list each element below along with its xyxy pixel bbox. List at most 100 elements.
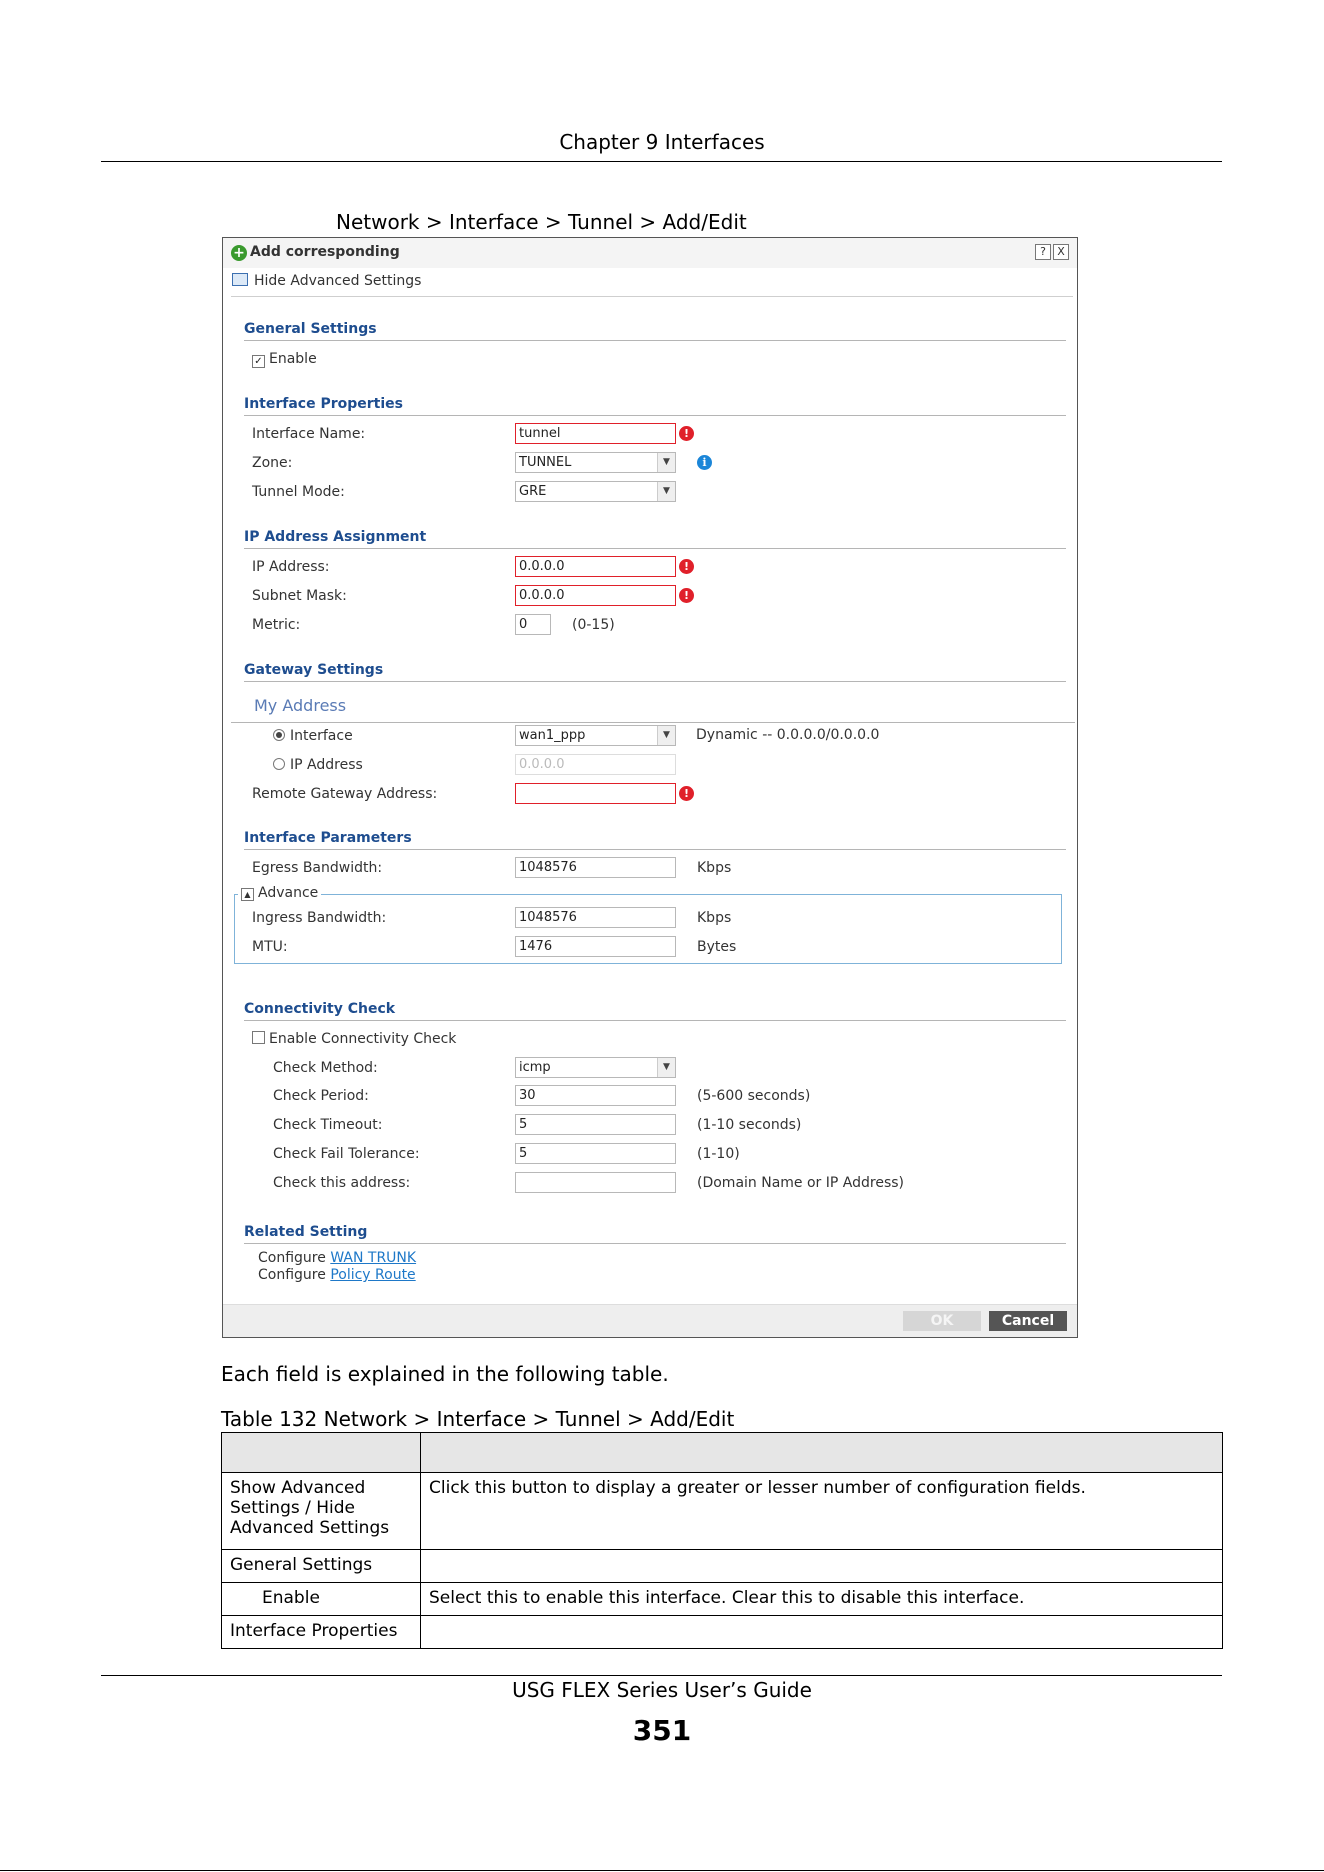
remote-gateway-label: Remote Gateway Address: (252, 786, 438, 802)
check-method-select[interactable]: icmp ▼ (515, 1057, 676, 1078)
dialog-button-bar: OK Cancel (223, 1304, 1077, 1337)
zone-select[interactable]: TUNNEL ▼ (515, 452, 676, 473)
hide-advanced-settings-button[interactable]: Hide Advanced Settings (232, 273, 421, 289)
error-icon: ! (679, 426, 694, 441)
dynamic-address-text: Dynamic -- 0.0.0.0/0.0.0.0 (696, 727, 880, 743)
remote-gateway-input[interactable] (515, 783, 676, 804)
interface-name-label: Interface Name: (252, 426, 366, 442)
metric-label: Metric: (252, 617, 301, 633)
configure-label: Configure (258, 1267, 326, 1283)
add-tunnel-dialog: + Add corresponding ? X Hide Advanced Se… (222, 237, 1078, 1338)
subnet-mask-input[interactable]: 0.0.0.0 (515, 585, 676, 606)
field-description-table: Show Advanced Settings / Hide Advanced S… (221, 1432, 1223, 1649)
ip-address-label: IP Address: (252, 559, 330, 575)
metric-input[interactable]: 0 (515, 614, 551, 635)
configure-wan-trunk-row: Configure WAN TRUNK (258, 1250, 416, 1266)
table-desc-cell: Select this to enable this interface. Cl… (420, 1582, 1223, 1616)
zone-value: TUNNEL (519, 455, 572, 470)
table-header-cell (221, 1432, 421, 1473)
dialog-separator (231, 296, 1073, 297)
ok-button[interactable]: OK (903, 1311, 981, 1331)
dialog-title-bar: + Add corresponding ? X (223, 238, 1077, 268)
section-divider (244, 548, 1066, 549)
help-icon[interactable]: ? (1035, 244, 1051, 260)
tunnel-mode-select[interactable]: GRE ▼ (515, 481, 676, 502)
table-label-cell: Interface Properties (221, 1615, 421, 1649)
advance-label: Advance (258, 885, 319, 901)
table-desc-cell (420, 1549, 1223, 1583)
radio-unselected[interactable] (273, 758, 285, 770)
check-period-hint: (5-600 seconds) (697, 1088, 811, 1104)
my-interface-value: wan1_ppp (519, 728, 586, 743)
interface-properties-heading: Interface Properties (244, 396, 403, 412)
settings-panel-icon (232, 273, 248, 286)
chevron-down-icon: ▼ (657, 1058, 675, 1077)
check-address-hint: (Domain Name or IP Address) (697, 1175, 904, 1191)
page-number: 351 (632, 1714, 692, 1747)
interface-radio[interactable]: Interface (273, 728, 353, 744)
configure-label: Configure (258, 1250, 326, 1266)
subnet-mask-label: Subnet Mask: (252, 588, 347, 604)
dialog-title: Add corresponding (250, 244, 400, 260)
table-label-cell: General Settings (221, 1549, 421, 1583)
connectivity-check-heading: Connectivity Check (244, 1001, 396, 1017)
interface-parameters-heading: Interface Parameters (244, 830, 412, 846)
footer-rule (101, 1675, 1222, 1676)
check-address-input[interactable] (515, 1172, 676, 1193)
error-icon: ! (679, 559, 694, 574)
chevron-down-icon: ▼ (657, 453, 675, 472)
table-header-cell (420, 1432, 1223, 1473)
enable-connectivity-check-label: Enable Connectivity Check (269, 1031, 457, 1047)
enable-connectivity-check-checkbox[interactable]: Enable Connectivity Check (252, 1031, 456, 1047)
header-rule (101, 161, 1222, 162)
cancel-button[interactable]: Cancel (989, 1311, 1067, 1331)
wan-trunk-link[interactable]: WAN TRUNK (330, 1250, 416, 1266)
tunnel-mode-label: Tunnel Mode: (252, 484, 345, 500)
my-ip-address-input[interactable]: 0.0.0.0 (515, 754, 676, 775)
connectivity-checkbox-box[interactable] (252, 1031, 265, 1044)
check-fail-tolerance-hint: (1-10) (697, 1146, 740, 1162)
check-timeout-hint: (1-10 seconds) (697, 1117, 802, 1133)
tunnel-mode-value: GRE (519, 484, 547, 499)
policy-route-link[interactable]: Policy Route (330, 1267, 415, 1283)
enable-checkbox-box[interactable]: ✓ (252, 355, 265, 368)
my-address-subheading: My Address (254, 696, 347, 715)
table-row: General Settings (221, 1549, 1223, 1583)
info-icon[interactable]: i (697, 455, 712, 470)
my-interface-select[interactable]: wan1_ppp ▼ (515, 725, 676, 746)
ingress-bandwidth-input[interactable]: 1048576 (515, 907, 676, 928)
error-icon: ! (679, 786, 694, 801)
ip-address-radio-label: IP Address (290, 757, 363, 773)
section-divider (244, 849, 1066, 850)
table-header-row (221, 1432, 1223, 1473)
check-fail-tolerance-input[interactable]: 5 (515, 1143, 676, 1164)
check-timeout-input[interactable]: 5 (515, 1114, 676, 1135)
table-row: Show Advanced Settings / Hide Advanced S… (221, 1472, 1223, 1550)
general-settings-heading: General Settings (244, 321, 377, 337)
figure-caption: Network > Interface > Tunnel > Add/Edit (336, 210, 747, 234)
enable-checkbox[interactable]: ✓ Enable (252, 351, 317, 368)
configure-policy-route-row: Configure Policy Route (258, 1267, 416, 1283)
mtu-unit: Bytes (697, 939, 737, 955)
advance-toggle[interactable]: ▲ Advance (238, 885, 322, 901)
guide-title: USG FLEX Series User’s Guide (512, 1678, 812, 1702)
ip-address-input[interactable]: 0.0.0.0 (515, 556, 676, 577)
collapse-icon[interactable]: ▲ (241, 888, 254, 901)
interface-name-input[interactable]: tunnel (515, 423, 676, 444)
error-icon: ! (679, 588, 694, 603)
section-divider (244, 681, 1066, 682)
section-divider (244, 415, 1066, 416)
section-divider (244, 1020, 1066, 1021)
ingress-unit: Kbps (697, 910, 732, 926)
radio-selected[interactable] (273, 729, 285, 741)
table-row: Interface Properties (221, 1615, 1223, 1649)
egress-bandwidth-input[interactable]: 1048576 (515, 857, 676, 878)
ip-address-radio[interactable]: IP Address (273, 757, 363, 773)
check-period-input[interactable]: 30 (515, 1085, 676, 1106)
metric-hint: (0-15) (572, 617, 615, 633)
mtu-input[interactable]: 1476 (515, 936, 676, 957)
mtu-label: MTU: (252, 939, 288, 955)
check-address-label: Check this address: (273, 1175, 411, 1191)
close-icon[interactable]: X (1053, 244, 1069, 260)
chevron-down-icon: ▼ (657, 726, 675, 745)
